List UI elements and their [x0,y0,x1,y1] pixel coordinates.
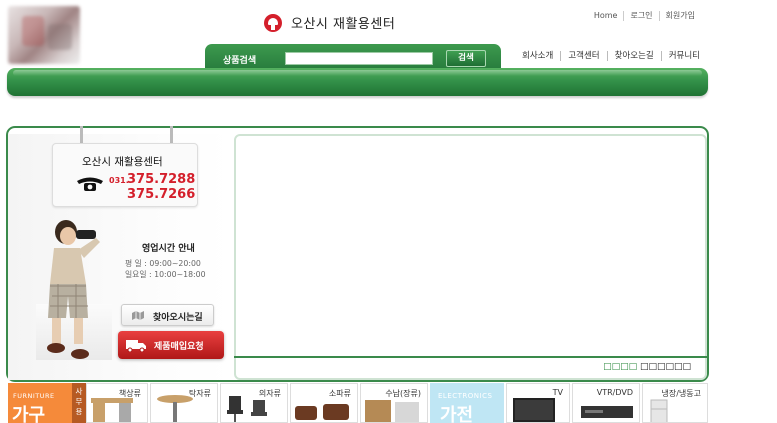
footer-text: □□□□ □□□□□□ [603,362,691,372]
search-button[interactable]: 검색 [446,50,486,67]
category-refrigerators[interactable]: 냉장/냉동고 [642,383,708,423]
green-menu-bar [7,68,708,96]
cabinet-icon [365,400,419,422]
hours-title: 영업시간 안내 [142,244,195,254]
phone-number-2: 375.7266 [127,187,196,202]
category-sofas[interactable]: 소파류 [290,383,358,423]
chair-icon [227,396,267,422]
desk-icon [91,398,133,422]
contact-sign: 오산시 재활용센터 031. 375.7288 375.7266 [52,143,198,207]
signup-link[interactable]: 회원가입 [658,11,701,21]
purchase-button-label: 제품매입요청 [154,342,204,352]
brand-name: 오산시 재활용센터 [291,17,396,32]
main-nav: 회사소개 고객센터 찾아오는길 커뮤니티 [515,51,707,61]
electronics-ko-label: 가전 [440,405,474,423]
footer-label: □□□□□□ [639,362,691,372]
content-frame [234,134,707,380]
category-label: VTR/DVD [596,388,633,397]
brand-logo-icon [264,13,282,32]
category-furniture[interactable]: FURNITURE 가구 [8,383,72,423]
header-logo-image[interactable] [8,6,80,64]
page: 오산시 재활용센터 Home 로그인 회원가입 상품검색 검색 회사소개 고객센… [0,0,777,423]
furniture-ko-label: 가구 [12,405,46,423]
tv-icon [513,398,555,422]
phone-number-1: 375.7288 [127,172,196,187]
map-icon [132,311,144,320]
category-chairs[interactable]: 의자류 [220,383,288,423]
login-link[interactable]: 로그인 [623,11,658,21]
site-brand[interactable]: 오산시 재활용센터 [264,13,395,32]
office-tab-label: 사무용 [75,387,83,416]
category-tv[interactable]: TV [506,383,570,423]
utility-nav: Home 로그인 회원가입 [588,11,701,21]
child-with-binoculars-image [47,220,100,359]
sign-title: 오산시 재활용센터 [82,156,163,168]
fridge-icon [650,399,668,422]
search-input[interactable] [285,52,433,65]
nav-directions[interactable]: 찾아오는길 [606,51,661,61]
dvd-player-icon [581,406,633,418]
directions-button[interactable]: 찾아오시는길 [121,304,214,326]
sofa-icon [295,404,349,420]
category-tables[interactable]: 탁자류 [150,383,218,423]
table-icon [157,395,193,422]
search-label: 상품검색 [223,56,257,66]
telephone-icon [77,177,103,191]
nav-about[interactable]: 회사소개 [515,51,560,61]
furniture-en-label: FURNITURE [13,392,55,400]
phone-prefix: 031. [109,176,129,185]
content-footer: □□□□ □□□□□□ [234,356,707,378]
category-desks[interactable]: 책상류 [86,383,148,423]
hours-weekday: 평 일 : 09:00~20:00 [125,259,201,268]
electronics-en-label: ELECTRONICS [438,392,493,400]
directions-button-label: 찾아오시는길 [153,313,203,323]
nav-support[interactable]: 고객센터 [560,51,606,61]
category-office-tab[interactable]: 사무용 [72,383,86,423]
category-vtr-dvd[interactable]: VTR/DVD [572,383,640,423]
purchase-request-button[interactable]: 제품매입요청 [118,331,224,359]
footer-highlight: □□□□ [603,362,638,372]
home-link[interactable]: Home [588,11,624,21]
category-electronics[interactable]: ELECTRONICS 가전 [430,383,504,423]
category-storage[interactable]: 수납(장류) [360,383,428,423]
hours-sunday: 일요일 : 10:00~18:00 [125,270,206,279]
nav-community[interactable]: 커뮤니티 [660,51,707,61]
truck-icon [126,340,146,352]
